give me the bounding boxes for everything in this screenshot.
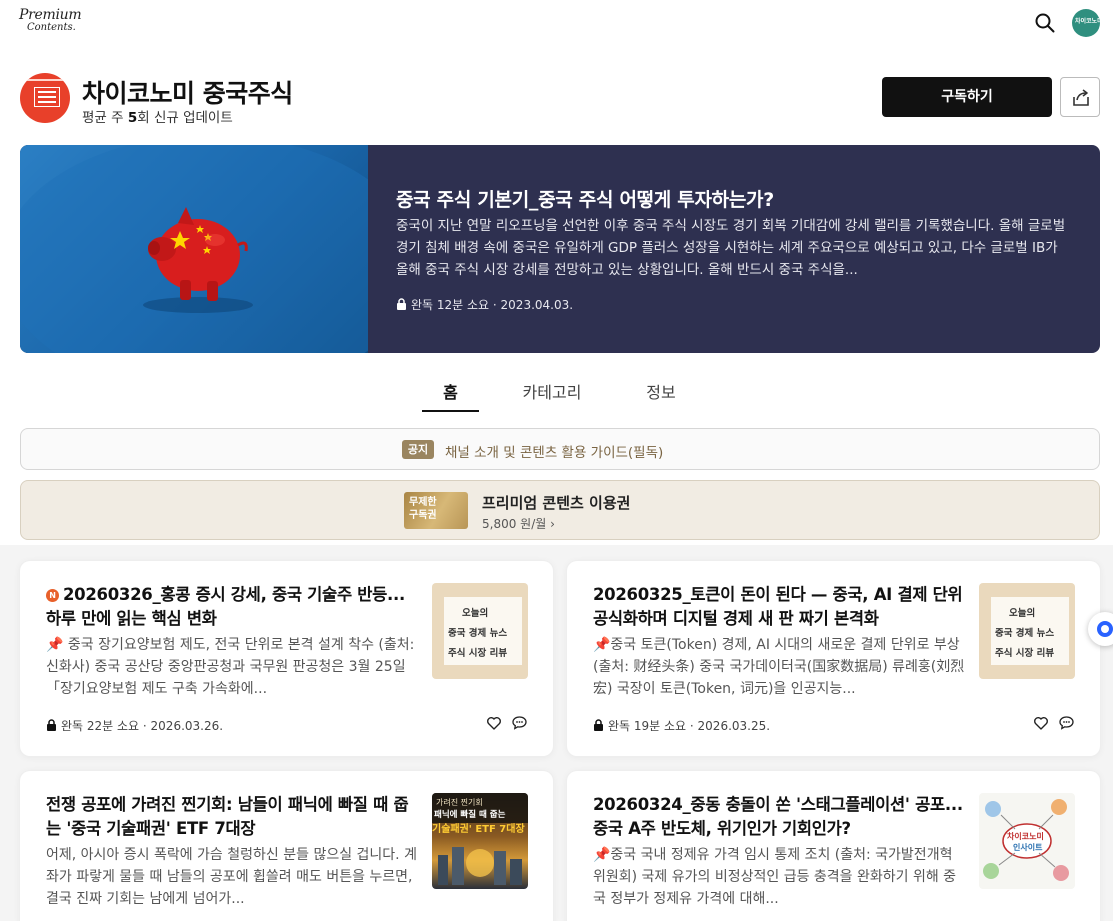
pass-price[interactable]: 5,800 원/월 ›	[482, 515, 555, 532]
notice-text[interactable]: 채널 소개 및 콘텐츠 활용 가이드(필독)	[445, 441, 663, 461]
heart-icon[interactable]	[486, 715, 502, 731]
unlimited-pass-card-image: 무제한 구독권	[404, 492, 468, 529]
logo-line1: Premium	[19, 7, 82, 23]
featured-post-meta: 완독 12분 소요 · 2023.04.03.	[396, 296, 573, 313]
pass-card-label: 무제한 구독권	[409, 497, 437, 521]
post-description: 📌중국 국내 정제유 가격 임시 통제 조치 (출처: 국가발전개혁위원회) 국…	[593, 847, 957, 907]
featured-image-piggy-bank	[20, 145, 368, 353]
comment-icon[interactable]	[1058, 715, 1075, 731]
share-icon	[1073, 89, 1089, 106]
lock-icon	[594, 719, 603, 731]
tab-category[interactable]: 카테고리	[508, 380, 596, 412]
post-description: 📌 중국 장기요양보험 제도, 전국 단위로 본격 설계 착수 (출처: 신화사…	[46, 637, 415, 697]
subscribe-button[interactable]: 구독하기	[882, 77, 1052, 117]
notice-bar[interactable]: 공지 채널 소개 및 콘텐츠 활용 가이드(필독)	[20, 428, 1100, 470]
post-meta: 완독 19분 소요 · 2026.03.25.	[593, 717, 770, 734]
post-title[interactable]: 전쟁 공포에 가려진 찐기회: 남들이 패닉에 빠질 때 줍는 '중국 기술패권…	[46, 793, 416, 841]
featured-post-description: 중국이 지난 연말 리오프닝을 선언한 이후 중국 주식 시장도 경기 회복 기…	[396, 218, 1066, 278]
channel-logo	[20, 73, 70, 123]
user-avatar[interactable]: 차이코노미	[1072, 9, 1100, 37]
pass-name[interactable]: 프리미엄 콘텐츠 이용권	[482, 492, 630, 513]
post-thumbnail: 오늘의 중국 경제 뉴스 주식 시장 리뷰	[432, 583, 528, 679]
post-description: 📌중국 토큰(Token) 경제, AI 시대의 새로운 결제 단위로 부상 (…	[593, 637, 965, 697]
heart-icon[interactable]	[1033, 715, 1049, 731]
search-icon[interactable]	[1034, 12, 1056, 34]
post-card[interactable]: N 20260326_홍콩 증시 강세, 중국 기술주 반등... 하루 만에 읽…	[20, 561, 553, 756]
lock-icon	[47, 719, 56, 731]
post-card[interactable]: 전쟁 공포에 가려진 찐기회: 남들이 패닉에 빠질 때 줍는 '중국 기술패권…	[20, 771, 553, 921]
post-thumbnail: 가려진 찐기회 패닉에 빠질 때 줍는 기술패권' ETF 7대장	[432, 793, 528, 889]
chat-icon	[1097, 621, 1113, 637]
post-card[interactable]: 20260324_중동 충돌이 쏜 '스태그플레이션' 공포... 중국 A주 …	[567, 771, 1100, 921]
update-count: 5	[127, 110, 138, 126]
avatar-text: 차이코노미	[1075, 18, 1100, 25]
premium-contents-logo[interactable]: Premium Contents.	[19, 7, 82, 36]
channel-tabs: 홈 카테고리 정보	[0, 380, 1113, 414]
post-thumbnail: 오늘의 중국 경제 뉴스 주식 시장 리뷰	[979, 583, 1075, 679]
new-badge: N	[46, 589, 59, 602]
channel-subtitle: 평균 주 5회 신규 업데이트	[82, 110, 233, 126]
channel-title: 차이코노미 중국주식	[82, 79, 293, 108]
top-bar: Premium Contents. 차이코노미	[0, 0, 1113, 46]
post-card[interactable]: 20260325_토큰이 돈이 된다 — 중국, AI 결제 단위 공식화하며 …	[567, 561, 1100, 756]
tab-home[interactable]: 홈	[422, 380, 479, 412]
notice-badge: 공지	[402, 440, 434, 459]
subscription-pass-banner[interactable]: 무제한 구독권 프리미엄 콘텐츠 이용권 5,800 원/월 ›	[20, 480, 1100, 540]
logo-line2: Contents.	[27, 22, 76, 33]
share-button[interactable]	[1060, 77, 1100, 117]
comment-icon[interactable]	[511, 715, 528, 731]
featured-post-title[interactable]: 중국 주식 기본기_중국 주식 어떻게 투자하는가?	[396, 185, 774, 212]
lock-icon	[397, 298, 406, 310]
post-meta: 완독 22분 소요 · 2026.03.26.	[46, 717, 223, 734]
post-title[interactable]: N 20260326_홍콩 증시 강세, 중국 기술주 반등... 하루 만에 읽…	[46, 583, 416, 631]
post-thumbnail: 차이코노미 인사이트	[979, 793, 1075, 889]
featured-post-banner[interactable]: 중국 주식 기본기_중국 주식 어떻게 투자하는가? 중국이 지난 연말 리오프…	[20, 145, 1100, 353]
post-title[interactable]: 20260324_중동 충돌이 쏜 '스태그플레이션' 공포... 중국 A주 …	[593, 793, 963, 841]
tab-info[interactable]: 정보	[632, 380, 690, 412]
post-title[interactable]: 20260325_토큰이 돈이 된다 — 중국, AI 결제 단위 공식화하며 …	[593, 583, 963, 631]
post-description: 어제, 아시아 증시 폭락에 가슴 철렁하신 분들 많으실 겁니다. 계좌가 파…	[46, 847, 417, 907]
